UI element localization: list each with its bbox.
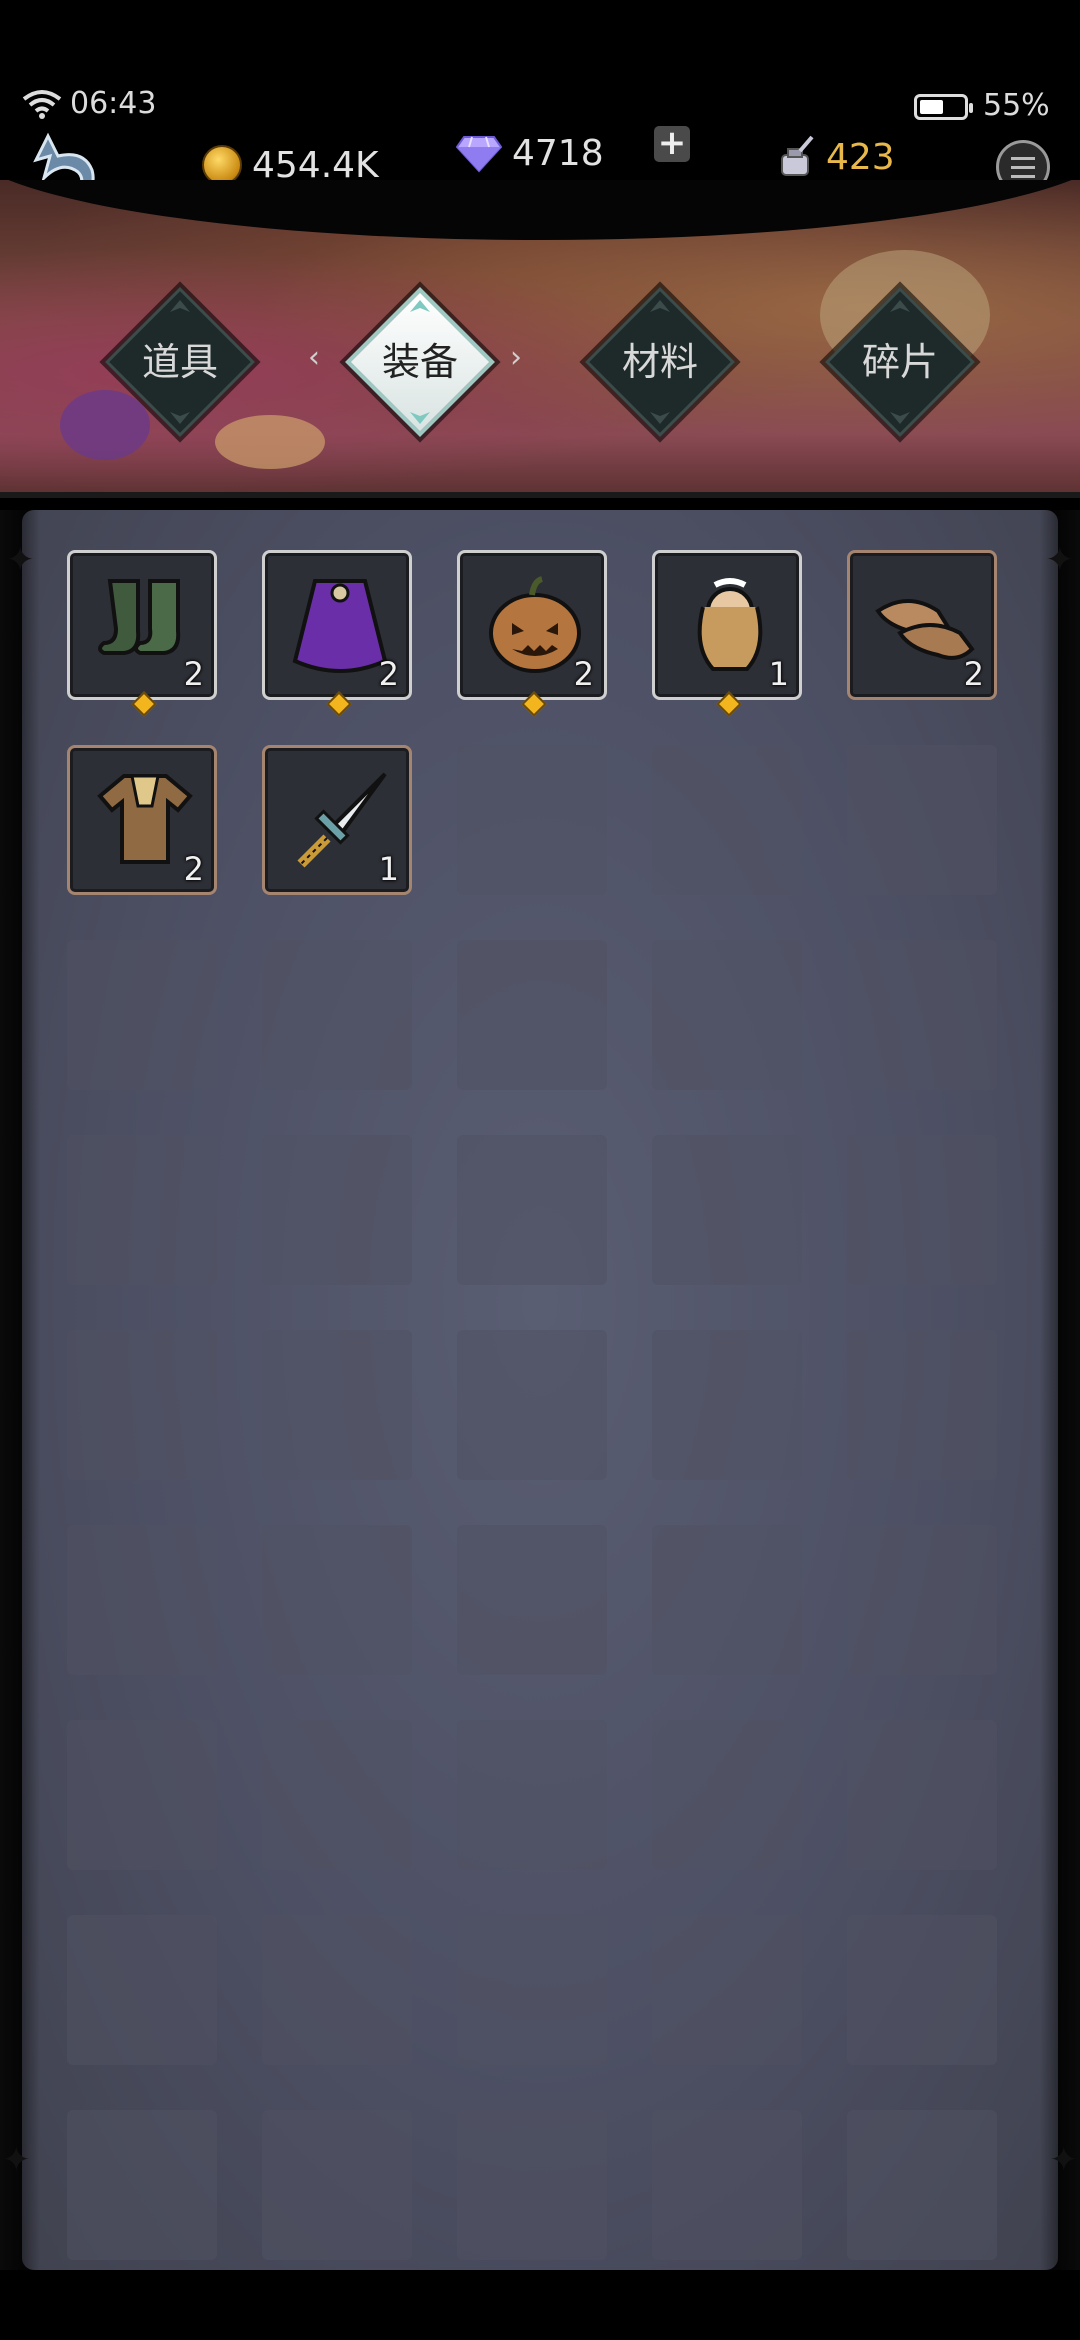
empty-slot xyxy=(457,2110,607,2260)
corner-star-icon: ✦ xyxy=(1045,540,1075,580)
empty-slot xyxy=(652,1525,802,1675)
empty-slot xyxy=(457,940,607,1090)
tab-label: 材料 xyxy=(621,340,698,384)
empty-slot xyxy=(847,745,997,895)
item-quantity: 2 xyxy=(183,655,204,693)
empty-slot xyxy=(652,1915,802,2065)
empty-slot xyxy=(262,1330,412,1480)
item-quantity: 2 xyxy=(183,850,204,888)
empty-slot xyxy=(457,1135,607,1285)
ink-counter: 423 xyxy=(776,132,895,182)
item-quantity: 2 xyxy=(963,655,984,693)
empty-slot xyxy=(262,1135,412,1285)
empty-slot xyxy=(847,2110,997,2260)
corner-star-icon: ✦ xyxy=(6,540,35,580)
inventory-item-cloak[interactable]: 2 xyxy=(262,550,412,717)
gold-coin-icon xyxy=(202,145,242,185)
ink-bottle-icon xyxy=(781,135,814,176)
empty-slot xyxy=(847,1525,997,1675)
add-diamond-button[interactable]: + xyxy=(654,126,690,162)
corner-star-icon: ✦ xyxy=(1049,2140,1079,2180)
empty-slot xyxy=(262,2110,412,2260)
diamond-counter: 4718 xyxy=(456,128,604,178)
empty-slot xyxy=(457,1525,607,1675)
ink-amount: 423 xyxy=(826,136,895,178)
empty-slot xyxy=(67,1720,217,1870)
empty-slot xyxy=(262,1915,412,2065)
diamond-icon xyxy=(456,136,502,173)
inventory-item-tunic[interactable]: 2 xyxy=(67,745,217,895)
tab-label: 装备 xyxy=(381,340,458,384)
empty-slot xyxy=(652,940,802,1090)
tab-3[interactable]: 材料 xyxy=(570,272,750,452)
empty-slot xyxy=(652,1330,802,1480)
empty-slot xyxy=(262,1720,412,1870)
tab-4[interactable]: 碎片 xyxy=(810,272,990,452)
empty-slot xyxy=(847,1135,997,1285)
item-quantity: 2 xyxy=(573,655,594,693)
tab-label: 道具 xyxy=(141,340,218,384)
empty-slot xyxy=(652,1720,802,1870)
battery-percent: 55% xyxy=(983,88,1050,123)
item-quantity: 1 xyxy=(378,850,399,888)
tab-2[interactable]: 装备 xyxy=(330,272,510,452)
chevron-right-icon: › xyxy=(510,340,522,375)
equipped-marker-icon xyxy=(716,691,742,717)
empty-slot xyxy=(457,1330,607,1480)
empty-slot xyxy=(67,2110,217,2260)
inventory-item-maid-doll[interactable]: 1 xyxy=(652,550,802,717)
battery-icon xyxy=(914,94,973,120)
empty-slot xyxy=(847,1720,997,1870)
corner-star-icon: ✦ xyxy=(2,2140,31,2180)
empty-slot xyxy=(652,745,802,895)
item-quantity: 2 xyxy=(378,655,399,693)
inventory-item-shoes[interactable]: 2 xyxy=(847,550,997,700)
empty-slot xyxy=(67,1525,217,1675)
empty-slot xyxy=(847,1330,997,1480)
empty-slot xyxy=(457,1915,607,2065)
empty-slot xyxy=(67,1915,217,2065)
inventory-item-pumpkin-head[interactable]: 2 xyxy=(457,550,607,717)
inventory-item-dagger[interactable]: 1 xyxy=(262,745,412,895)
diamond-amount: 4718 xyxy=(512,132,604,174)
chevron-left-icon: ‹ xyxy=(308,340,320,375)
empty-slot xyxy=(262,1525,412,1675)
inventory-panel: ✦ ✦ ✦ ✦ 2 2 2 1 2 2 1 xyxy=(0,510,1080,2270)
empty-slot xyxy=(67,1135,217,1285)
equipped-marker-icon xyxy=(131,691,157,717)
empty-slot xyxy=(652,1135,802,1285)
item-quantity: 1 xyxy=(768,655,789,693)
tab-label: 碎片 xyxy=(861,340,938,384)
wifi-icon xyxy=(22,90,62,119)
empty-slot xyxy=(652,2110,802,2260)
inventory-item-boots[interactable]: 2 xyxy=(67,550,217,717)
empty-slot xyxy=(457,745,607,895)
equipped-marker-icon xyxy=(326,691,352,717)
empty-slot xyxy=(67,940,217,1090)
empty-slot xyxy=(262,940,412,1090)
empty-slot xyxy=(847,940,997,1090)
clock: 06:43 xyxy=(70,86,157,121)
empty-slot xyxy=(847,1915,997,2065)
category-banner: 道具 装备 材料 碎片 ‹ › xyxy=(0,180,1080,498)
equipped-marker-icon xyxy=(521,691,547,717)
empty-slot xyxy=(67,1330,217,1480)
empty-slot xyxy=(457,1720,607,1870)
tab-1[interactable]: 道具 xyxy=(90,272,270,452)
